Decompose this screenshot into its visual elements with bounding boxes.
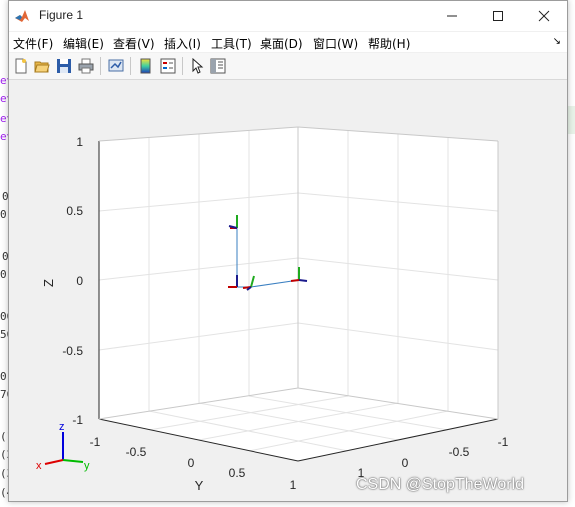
close-button[interactable] [521,1,567,31]
triad-z-label: z [59,421,65,433]
z-axis-label: Z [41,279,56,287]
menu-file[interactable]: 文件(F) [13,35,53,52]
figure-toolbar [9,53,567,80]
property-inspector-icon [210,58,226,74]
menu-bar: 文件(F) 编辑(E) 查看(V) 插入(I) 工具(T) 桌面(D) 窗口(W… [9,32,567,52]
x-tick-label: 0 [402,456,409,470]
frame-y-axis [298,279,308,282]
y-tick-label: 1 [290,478,297,492]
y-tick-label: -1 [90,435,101,449]
toolbar-separator [130,57,131,75]
legend-button[interactable] [158,56,178,76]
z-tick-label: 0 [76,274,83,288]
x-tick-label: -0.5 [449,445,470,459]
y-axis-label: Y [195,478,204,493]
minimize-icon [447,15,457,17]
matlab-logo-icon [15,10,29,22]
save-button[interactable] [54,56,74,76]
frame-x-axis [290,279,300,282]
y-tick-label: 0 [188,456,195,470]
figure-window: Figure 1 文件(F) 编辑(E) 查看(V) 插入(I) 工具(T) 桌… [8,0,568,502]
link-plot-icon [108,59,124,72]
menu-tools[interactable]: 工具(T) [211,35,252,52]
menu-edit[interactable]: 编辑(E) [63,35,104,52]
axes-3d[interactable]: 1 0.5 0 -0.5 -1 Z -1 -0.5 0 0.5 1 Y 1 0 … [9,80,567,501]
dock-arrow-icon[interactable]: ↘ [553,36,561,47]
x-tick-label: -1 [498,435,509,449]
select-arrow-button[interactable] [187,56,207,76]
orientation-triad: z x y [36,421,90,472]
z-tick-label: 0.5 [66,204,83,218]
menu-insert[interactable]: 插入(I) [164,35,201,52]
link-plot-button[interactable] [106,56,126,76]
new-figure-button[interactable] [11,56,31,76]
menu-desktop[interactable]: 桌面(D) [260,35,303,52]
menu-view[interactable]: 查看(V) [113,35,155,52]
y-tick-label: 0.5 [229,466,246,480]
colorbar-icon [140,58,151,74]
select-arrow-icon [192,58,204,74]
minimize-button[interactable] [429,1,475,31]
figure-canvas[interactable]: 1 0.5 0 -0.5 -1 Z -1 -0.5 0 0.5 1 Y 1 0 … [9,80,567,501]
print-button[interactable] [76,56,96,76]
colorbar-button[interactable] [136,56,156,76]
toolbar-separator [182,57,183,75]
title-bar[interactable]: Figure 1 [9,1,567,31]
triad-x-label: x [36,460,42,472]
save-icon [57,59,71,73]
close-icon [538,10,550,22]
z-tick-label: 1 [76,135,83,149]
triad-x-axis [44,459,64,465]
open-file-icon [34,61,50,73]
z-tick-label: -0.5 [62,344,83,358]
menu-window[interactable]: 窗口(W) [313,35,358,52]
menu-help[interactable]: 帮助(H) [368,35,410,52]
window-title: Figure 1 [39,8,84,22]
maximize-icon [493,11,503,21]
maximize-button[interactable] [475,1,521,31]
triad-y-label: y [84,460,90,472]
legend-icon [160,58,176,74]
watermark-text: CSDN @StopTheWorld [356,476,524,493]
print-icon [78,58,94,74]
property-inspector-button[interactable] [208,56,228,76]
z-tick-label: -1 [72,413,83,427]
toolbar-separator [100,57,101,75]
y-tick-label: -0.5 [126,445,147,459]
new-figure-icon [15,58,27,74]
open-file-button[interactable] [32,56,52,76]
triad-y-axis [62,459,84,463]
